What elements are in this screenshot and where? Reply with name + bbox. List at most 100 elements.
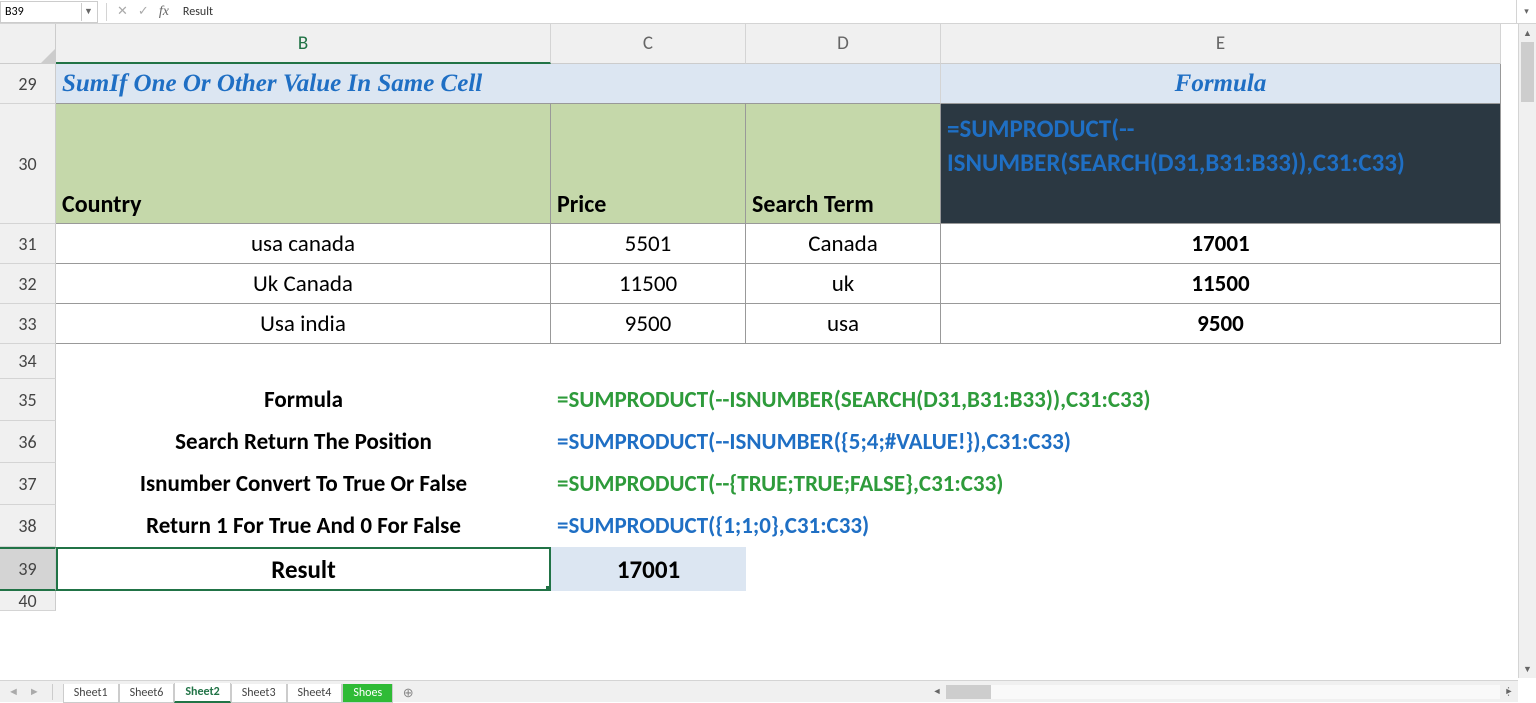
tab-sheet3[interactable]: Sheet3 bbox=[231, 684, 287, 703]
cell-E32[interactable]: 11500 bbox=[941, 264, 1501, 304]
formula-input[interactable]: Result bbox=[177, 5, 1516, 19]
cell-D39[interactable] bbox=[746, 547, 941, 591]
cell-C34[interactable] bbox=[551, 344, 746, 379]
col-header-C[interactable]: C bbox=[551, 24, 746, 64]
sheet-nav-first-icon[interactable]: ◄ bbox=[6, 685, 21, 698]
row-header-35[interactable]: 35 bbox=[0, 379, 56, 421]
col-header-B[interactable]: B bbox=[56, 24, 551, 64]
name-box[interactable]: B39 ▼ bbox=[0, 1, 98, 23]
tab-sheet1[interactable]: Sheet1 bbox=[63, 684, 119, 703]
name-box-dropdown-icon[interactable]: ▼ bbox=[81, 3, 95, 21]
cell-B30-country-header[interactable]: Country bbox=[56, 104, 551, 224]
row-38: Return 1 For True And 0 For False =SUMPR… bbox=[56, 505, 1536, 547]
separator-icon bbox=[52, 684, 53, 700]
col-header-E[interactable]: E bbox=[941, 24, 1501, 64]
cell-C30-price-header[interactable]: Price bbox=[551, 104, 746, 224]
row-header-40[interactable]: 40 bbox=[0, 591, 56, 611]
cell-E31[interactable]: 17001 bbox=[941, 224, 1501, 264]
cell-D33[interactable]: usa bbox=[746, 304, 941, 344]
cell-C36-formula[interactable]: =SUMPRODUCT(--ISNUMBER({5;4;#VALUE!}),C3… bbox=[551, 421, 1501, 463]
spreadsheet-grid: 29 30 31 32 33 34 35 36 37 38 39 40 B C … bbox=[0, 24, 1536, 678]
cell-E30-formula[interactable]: =SUMPRODUCT(--ISNUMBER(SEARCH(D31,B31:B3… bbox=[941, 104, 1501, 224]
row-header-38[interactable]: 38 bbox=[0, 505, 56, 547]
horizontal-scrollbar[interactable]: ◄ ► bbox=[928, 681, 1518, 703]
row-29: SumIf One Or Other Value In Same Cell Fo… bbox=[56, 64, 1536, 104]
cell-C31[interactable]: 5501 bbox=[551, 224, 746, 264]
row-header-33[interactable]: 33 bbox=[0, 304, 56, 344]
cell-D34[interactable] bbox=[746, 344, 941, 379]
cell-B36-label[interactable]: Search Return The Position bbox=[56, 421, 551, 463]
row-header-30[interactable]: 30 bbox=[0, 104, 56, 224]
cell-B31[interactable]: usa canada bbox=[56, 224, 551, 264]
cell-E39[interactable] bbox=[941, 547, 1501, 591]
row-30: Country Price Search Term =SUMPRODUCT(--… bbox=[56, 104, 1536, 224]
tab-sheet4[interactable]: Sheet4 bbox=[287, 684, 343, 703]
cell-B38-label[interactable]: Return 1 For True And 0 For False bbox=[56, 505, 551, 547]
cell-D32[interactable]: uk bbox=[746, 264, 941, 304]
row-header-32[interactable]: 32 bbox=[0, 264, 56, 304]
row-header-29[interactable]: 29 bbox=[0, 64, 56, 104]
cell-B32[interactable]: Uk Canada bbox=[56, 264, 551, 304]
row-36: Search Return The Position =SUMPRODUCT(-… bbox=[56, 421, 1536, 463]
row-33: Usa india 9500 usa 9500 bbox=[56, 304, 1536, 344]
scroll-down-icon[interactable]: ▼ bbox=[1519, 660, 1536, 678]
row-header-31[interactable]: 31 bbox=[0, 224, 56, 264]
select-all-corner[interactable] bbox=[0, 24, 56, 64]
row-header-34[interactable]: 34 bbox=[0, 344, 56, 379]
row-header-39[interactable]: 39 bbox=[0, 547, 56, 591]
cell-B29-title[interactable]: SumIf One Or Other Value In Same Cell bbox=[56, 64, 941, 104]
fx-icon[interactable]: fx bbox=[159, 4, 169, 20]
row-35: Formula =SUMPRODUCT(--ISNUMBER(SEARCH(D3… bbox=[56, 379, 1536, 421]
scroll-up-icon[interactable]: ▲ bbox=[1519, 24, 1536, 42]
vscroll-thumb[interactable] bbox=[1521, 42, 1534, 102]
row-header-36[interactable]: 36 bbox=[0, 421, 56, 463]
cell-B40[interactable] bbox=[56, 591, 551, 611]
cell-C37-formula[interactable]: =SUMPRODUCT(--{TRUE;TRUE;FALSE},C31:C33) bbox=[551, 463, 1501, 505]
sheet-nav: ◄ ► bbox=[0, 681, 63, 703]
cell-B37-label[interactable]: Isnumber Convert To True Or False bbox=[56, 463, 551, 505]
col-header-D[interactable]: D bbox=[746, 24, 941, 64]
sheet-nav-last-icon[interactable]: ► bbox=[27, 685, 42, 698]
cell-B35-label[interactable]: Formula bbox=[56, 379, 551, 421]
new-sheet-icon[interactable]: ⊕ bbox=[399, 685, 417, 703]
cells-area: B C D E SumIf One Or Other Value In Same… bbox=[56, 24, 1536, 678]
row-39: Result 17001 bbox=[56, 547, 1536, 591]
sheet-tabs: Sheet1 Sheet6 Sheet2 Sheet3 Sheet4 Shoes… bbox=[63, 681, 417, 703]
formula-text: Result bbox=[183, 5, 213, 19]
cell-D31[interactable]: Canada bbox=[746, 224, 941, 264]
cell-C33[interactable]: 9500 bbox=[551, 304, 746, 344]
tab-sheet2[interactable]: Sheet2 bbox=[174, 683, 230, 703]
hscroll-track[interactable] bbox=[946, 685, 1500, 699]
cell-E34[interactable] bbox=[941, 344, 1501, 379]
row-32: Uk Canada 11500 uk 11500 bbox=[56, 264, 1536, 304]
cell-B39-active[interactable]: Result bbox=[56, 547, 551, 591]
cell-C35-formula[interactable]: =SUMPRODUCT(--ISNUMBER(SEARCH(D31,B31:B3… bbox=[551, 379, 1501, 421]
cell-E29-formula-header[interactable]: Formula bbox=[941, 64, 1501, 104]
tab-sheet6[interactable]: Sheet6 bbox=[119, 684, 175, 703]
cell-C38-formula[interactable]: =SUMPRODUCT({1;1;0},C31:C33) bbox=[551, 505, 1501, 547]
row-headers: 29 30 31 32 33 34 35 36 37 38 39 40 bbox=[0, 24, 56, 678]
cell-reference: B39 bbox=[5, 5, 24, 19]
row-37: Isnumber Convert To True Or False =SUMPR… bbox=[56, 463, 1536, 505]
scroll-left-icon[interactable]: ◄ bbox=[928, 683, 946, 701]
formula-bar-toolbar: ✕ ✓ fx bbox=[98, 3, 177, 21]
vertical-scrollbar[interactable]: ▲ ▼ bbox=[1518, 24, 1536, 678]
cell-C32[interactable]: 11500 bbox=[551, 264, 746, 304]
tab-shoes[interactable]: Shoes bbox=[342, 684, 393, 703]
cancel-icon[interactable]: ✕ bbox=[117, 4, 128, 19]
hscroll-thumb[interactable] bbox=[946, 685, 991, 699]
cell-C39-result[interactable]: 17001 bbox=[551, 547, 746, 591]
row-34 bbox=[56, 344, 1536, 379]
enter-icon[interactable]: ✓ bbox=[138, 4, 149, 19]
formula-bar: B39 ▼ ✕ ✓ fx Result ▾ bbox=[0, 0, 1536, 24]
expand-formula-bar-icon[interactable]: ▾ bbox=[1516, 0, 1536, 23]
row-header-37[interactable]: 37 bbox=[0, 463, 56, 505]
row-40 bbox=[56, 591, 1536, 611]
cell-B34[interactable] bbox=[56, 344, 551, 379]
row-31: usa canada 5501 Canada 17001 bbox=[56, 224, 1536, 264]
scroll-right-icon[interactable]: ► bbox=[1500, 683, 1518, 701]
cell-D30-search-header[interactable]: Search Term bbox=[746, 104, 941, 224]
cell-E33[interactable]: 9500 bbox=[941, 304, 1501, 344]
divider-icon bbox=[106, 3, 107, 21]
cell-B33[interactable]: Usa india bbox=[56, 304, 551, 344]
